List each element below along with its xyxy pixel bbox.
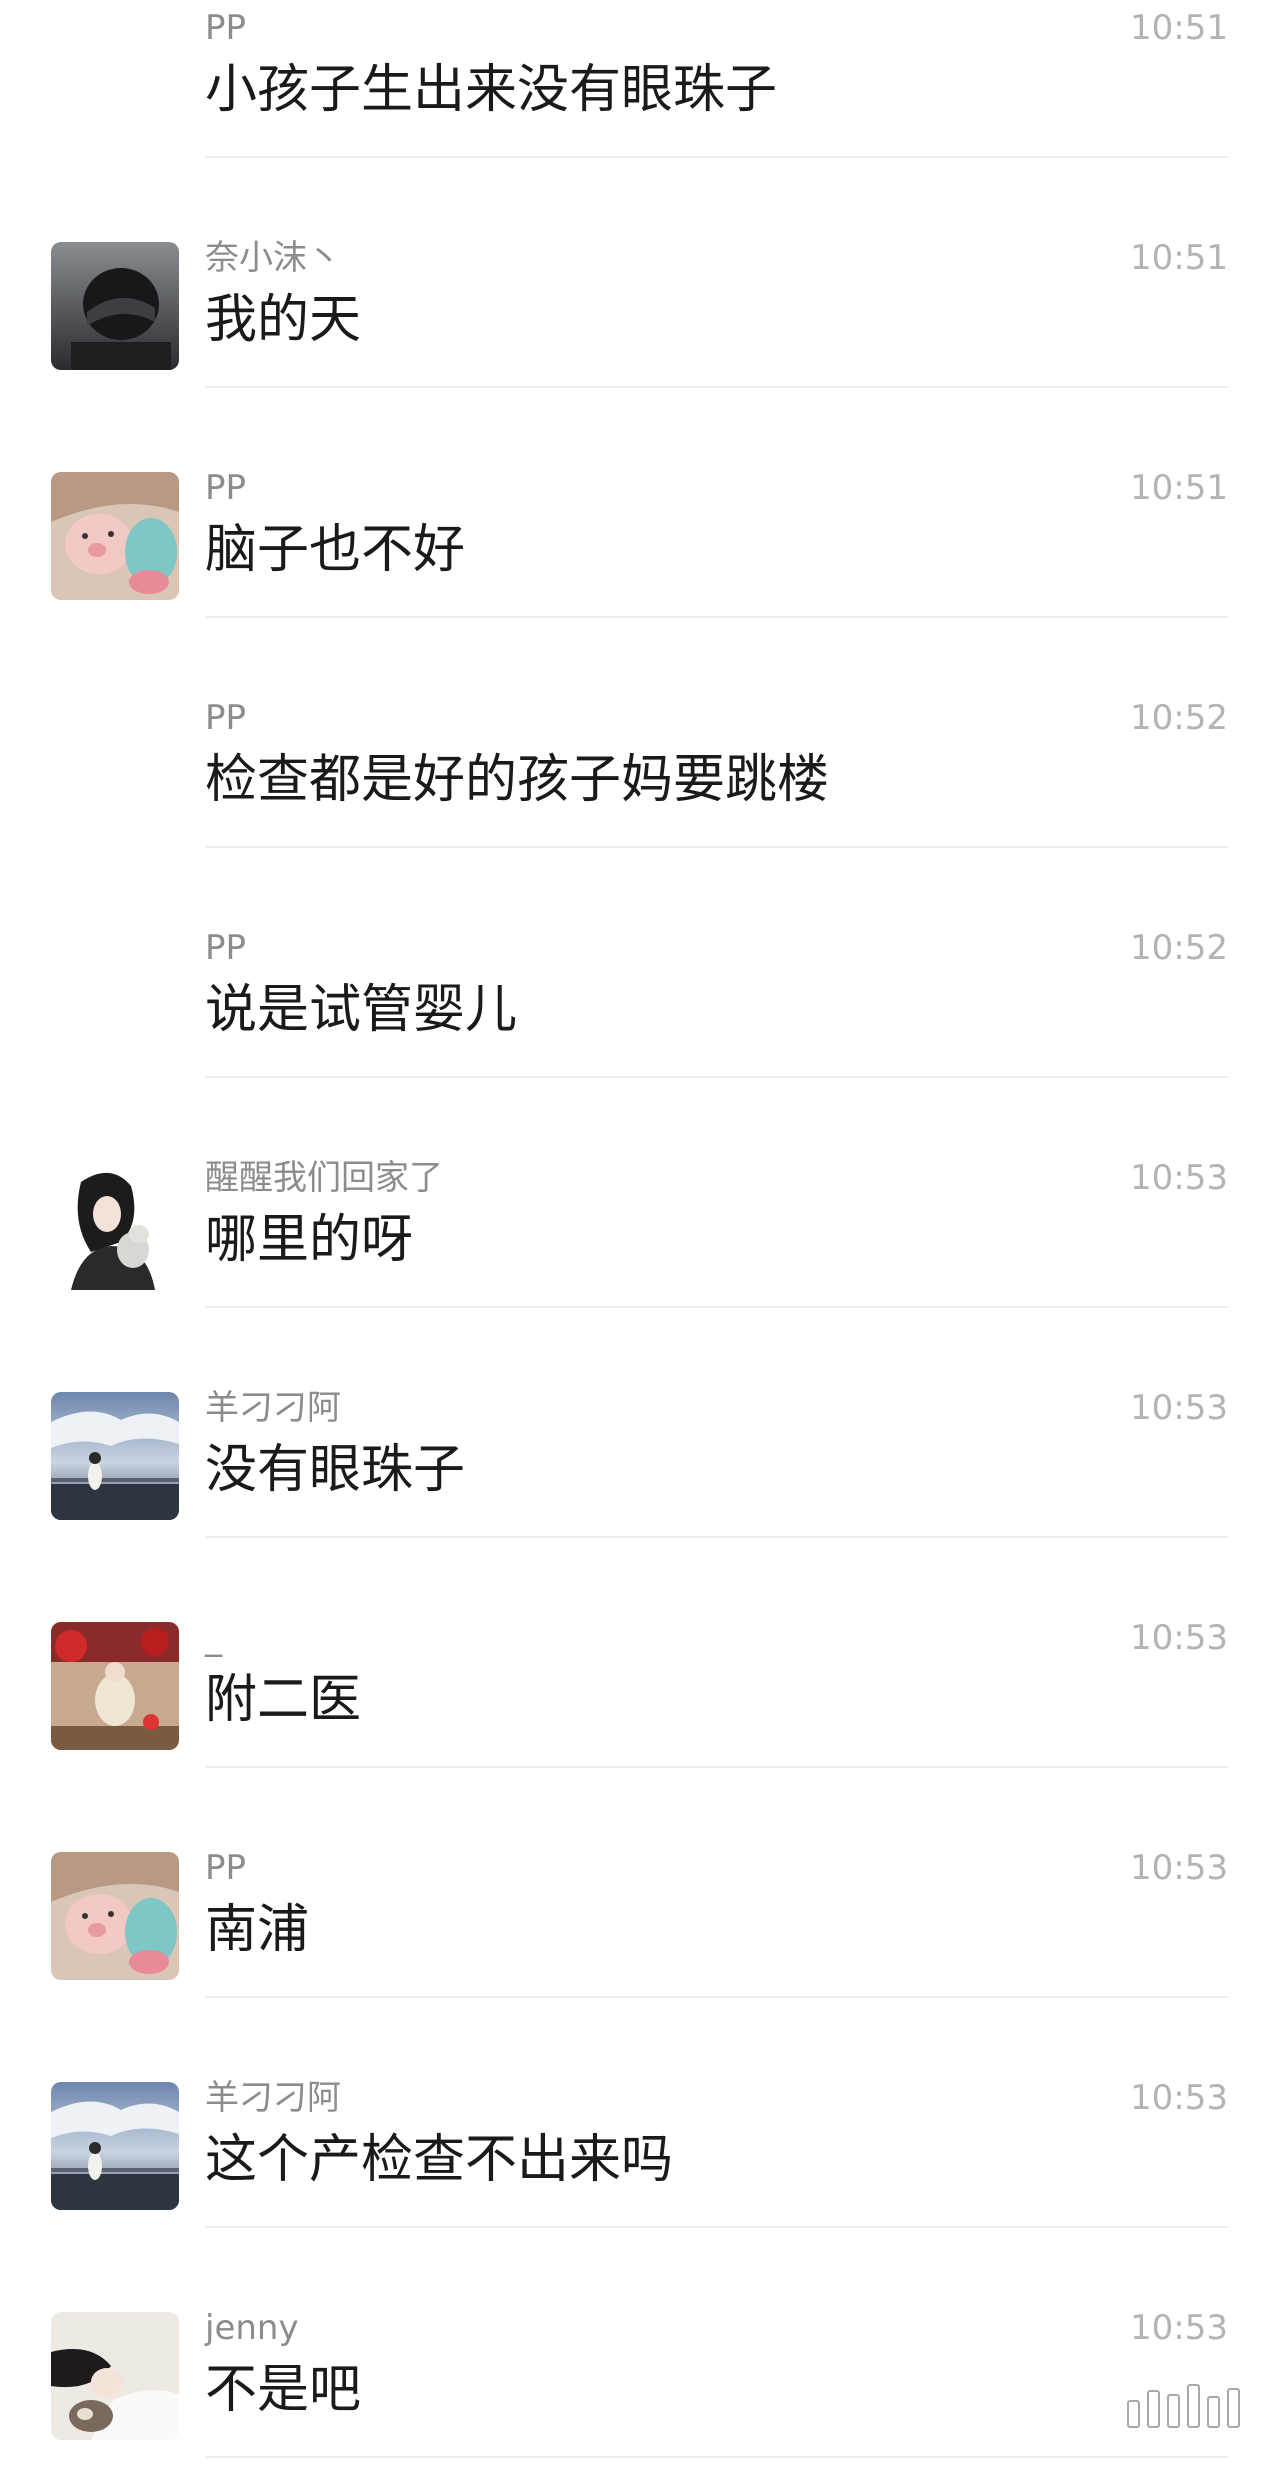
message-time: 10:52 [1130,928,1228,968]
message-text[interactable]: 检查都是好的孩子妈要跳楼 [205,748,829,812]
message-text[interactable]: 不是吧 [205,2358,361,2422]
chat-message-list: PP 10:51 小孩子生出来没有眼珠子 奈小沫丶 10:51 我的天 PP 10:51 脑… [0,0,1280,2476]
message-text[interactable]: 南浦 [205,1898,309,1962]
divider [205,2226,1228,2228]
sender-name[interactable]: 奈小沫丶 [205,238,341,278]
message-time: 10:53 [1130,1618,1228,1658]
message-time: 10:51 [1130,238,1228,278]
message-time: 10:53 [1130,1388,1228,1428]
message-time: 10:53 [1130,1158,1228,1198]
sender-name[interactable]: PP [205,698,246,738]
chat-message: PP 10:52 说是试管婴儿 [0,866,1280,1096]
message-text[interactable]: 附二医 [205,1668,361,1732]
chat-message: 奈小沫丶 10:51 我的天 [0,176,1280,406]
sender-name[interactable]: 羊刁刁阿 [205,2078,341,2118]
avatar[interactable] [51,1852,179,1980]
sender-name[interactable]: PP [205,468,246,508]
message-time: 10:52 [1130,698,1228,738]
message-time: 10:51 [1130,468,1228,508]
divider [205,846,1228,848]
sender-name[interactable]: jenny [205,2308,299,2348]
avatar[interactable] [51,242,179,370]
message-text[interactable]: 小孩子生出来没有眼珠子 [205,58,777,122]
sender-name[interactable]: _ [205,1618,222,1658]
message-text[interactable]: 哪里的呀 [205,1208,413,1272]
message-text[interactable]: 没有眼珠子 [205,1438,465,1502]
avatar[interactable] [51,2082,179,2210]
sender-name[interactable]: PP [205,928,246,968]
bars-icon [1127,2384,1240,2428]
chat-message: 醒醒我们回家了 10:53 哪里的呀 [0,1096,1280,1326]
message-text[interactable]: 我的天 [205,288,361,352]
message-text[interactable]: 脑子也不好 [205,518,465,582]
avatar[interactable] [51,1392,179,1520]
avatar[interactable] [51,472,179,600]
chat-message: 羊刁刁阿 10:53 没有眼珠子 [0,1326,1280,1556]
chat-message: 羊刁刁阿 10:53 这个产检查不出来吗 [0,2016,1280,2246]
chat-message: PP 10:51 小孩子生出来没有眼珠子 [0,0,1280,176]
avatar[interactable] [51,2312,179,2440]
divider [205,1766,1228,1768]
divider [205,1996,1228,1998]
avatar[interactable] [51,1622,179,1750]
sender-name[interactable]: 醒醒我们回家了 [205,1158,443,1198]
chat-message: _ 10:53 附二医 [0,1556,1280,1786]
sender-name[interactable]: PP [205,1848,246,1888]
chat-message: jenny 10:53 不是吧 [0,2246,1280,2476]
divider [205,1076,1228,1078]
message-time: 10:53 [1130,1848,1228,1888]
message-time: 10:53 [1130,2308,1228,2348]
avatar[interactable] [51,1162,179,1290]
chat-message: PP 10:53 南浦 [0,1786,1280,2016]
message-text[interactable]: 说是试管婴儿 [205,978,517,1042]
message-text[interactable]: 这个产检查不出来吗 [205,2128,673,2192]
chat-message: PP 10:51 脑子也不好 [0,406,1280,636]
divider [205,386,1228,388]
divider [205,1306,1228,1308]
divider [205,1536,1228,1538]
message-time: 10:53 [1130,2078,1228,2118]
message-time: 10:51 [1130,8,1228,48]
divider [205,616,1228,618]
sender-name[interactable]: 羊刁刁阿 [205,1388,341,1428]
divider [205,2456,1228,2458]
sender-name[interactable]: PP [205,8,246,48]
chat-message: PP 10:52 检查都是好的孩子妈要跳楼 [0,636,1280,866]
divider [205,156,1228,158]
